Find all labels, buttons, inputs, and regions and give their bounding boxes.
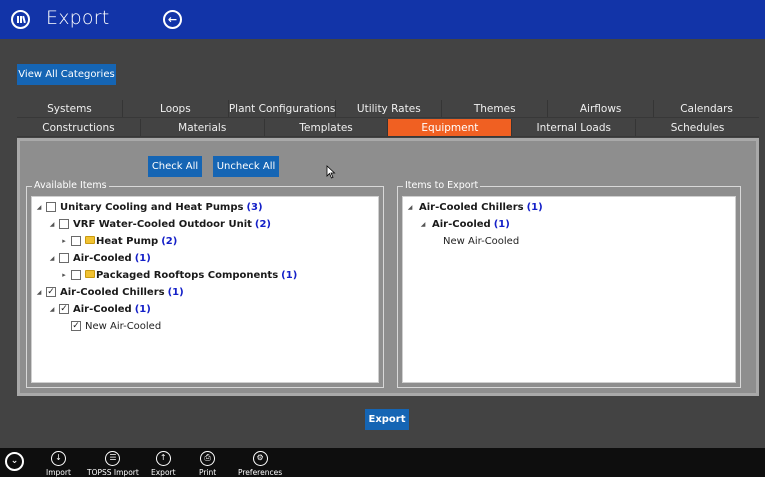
category-tabs-row-1: Systems Loops Plant Configurations Utili… bbox=[17, 100, 759, 118]
item-checkbox[interactable] bbox=[71, 270, 81, 280]
tree-item: ▸ Heat Pump (2) bbox=[60, 233, 177, 249]
folder-icon bbox=[85, 236, 95, 244]
library-icon bbox=[11, 10, 30, 29]
download-arrow-icon: ↓ bbox=[50, 451, 66, 466]
tree-item: ▸ Packaged Rooftops Components (1) bbox=[60, 267, 297, 283]
tab-schedules[interactable]: Schedules bbox=[636, 119, 759, 136]
tab-themes[interactable]: Themes bbox=[442, 100, 549, 117]
collapse-arrow-icon[interactable]: ▸ bbox=[60, 237, 68, 245]
gear-icon: ⚙ bbox=[252, 451, 268, 466]
items-to-export-legend: Items to Export bbox=[403, 180, 481, 192]
tree-item: ◢ ✓ Air-Cooled Chillers (1) bbox=[35, 286, 184, 298]
item-checkbox-checked[interactable]: ✓ bbox=[59, 304, 69, 314]
tree-item: ◢ Unitary Cooling and Heat Pumps (3) bbox=[35, 201, 263, 213]
page-title: Export bbox=[46, 7, 110, 29]
tree-item: ◢ Air-Cooled (1) bbox=[419, 218, 510, 230]
title-bar: Export ← bbox=[0, 0, 765, 39]
item-checkbox[interactable] bbox=[46, 202, 56, 212]
expand-arrow-icon[interactable]: ◢ bbox=[35, 289, 43, 296]
tree-item: ◢ Air-Cooled Chillers (1) bbox=[406, 201, 543, 213]
tab-materials[interactable]: Materials bbox=[141, 119, 265, 136]
item-checkbox-checked[interactable]: ✓ bbox=[46, 287, 56, 297]
folder-icon bbox=[85, 270, 95, 278]
printer-icon: ⎙ bbox=[200, 451, 216, 466]
chevron-down-icon[interactable]: ⌄ bbox=[5, 452, 24, 471]
category-tabs-row-2: Constructions Materials Templates Equipm… bbox=[17, 119, 759, 137]
item-checkbox-checked[interactable]: ✓ bbox=[71, 321, 81, 331]
available-items-group: Available Items ◢ Unitary Cooling and He… bbox=[26, 180, 384, 388]
equipment-panel: Check All Uncheck All Available Items ◢ … bbox=[17, 138, 759, 396]
expand-arrow-icon[interactable]: ◢ bbox=[48, 221, 56, 228]
available-items-legend: Available Items bbox=[32, 180, 109, 192]
mouse-cursor-icon bbox=[326, 165, 336, 179]
topss-import-button[interactable]: ☰ TOPSS Import bbox=[87, 451, 139, 477]
item-checkbox[interactable] bbox=[71, 236, 81, 246]
expand-arrow-icon[interactable]: ◢ bbox=[419, 221, 427, 228]
upload-arrow-icon: ↑ bbox=[155, 451, 171, 466]
item-checkbox[interactable] bbox=[59, 219, 69, 229]
item-checkbox[interactable] bbox=[59, 253, 69, 263]
tab-templates[interactable]: Templates bbox=[265, 119, 389, 136]
tab-utility-rates[interactable]: Utility Rates bbox=[336, 100, 443, 117]
preferences-button[interactable]: ⚙ Preferences bbox=[238, 451, 282, 477]
tab-plant-configurations[interactable]: Plant Configurations bbox=[229, 100, 337, 117]
tab-internal-loads[interactable]: Internal Loads bbox=[512, 119, 637, 136]
tab-constructions[interactable]: Constructions bbox=[17, 119, 141, 136]
expand-arrow-icon[interactable]: ◢ bbox=[48, 306, 56, 313]
appbar-export-button[interactable]: ↑ Export bbox=[151, 451, 176, 477]
tree-item: ◢ ✓ Air-Cooled (1) bbox=[48, 303, 151, 315]
tab-calendars[interactable]: Calendars bbox=[654, 100, 759, 117]
tree-item: ✓ New Air-Cooled bbox=[71, 320, 162, 332]
tree-item: New Air-Cooled bbox=[443, 235, 520, 247]
check-all-button[interactable]: Check All bbox=[148, 156, 202, 177]
items-to-export-group: Items to Export ◢ Air-Cooled Chillers (1… bbox=[397, 180, 741, 388]
app-bar: ⌄ ↓ Import ☰ TOPSS Import ↑ Export ⎙ Pri… bbox=[0, 448, 765, 477]
export-button[interactable]: Export bbox=[365, 409, 409, 430]
expand-arrow-icon[interactable]: ◢ bbox=[406, 204, 414, 211]
uncheck-all-button[interactable]: Uncheck All bbox=[213, 156, 279, 177]
tab-airflows[interactable]: Airflows bbox=[548, 100, 655, 117]
print-button[interactable]: ⎙ Print bbox=[199, 451, 216, 477]
items-to-export-tree[interactable]: ◢ Air-Cooled Chillers (1) ◢ Air-Cooled (… bbox=[402, 196, 736, 383]
back-arrow-icon[interactable]: ← bbox=[163, 10, 182, 29]
expand-arrow-icon[interactable]: ◢ bbox=[35, 204, 43, 211]
tree-item: ◢ VRF Water-Cooled Outdoor Unit (2) bbox=[48, 218, 272, 230]
database-icon: ☰ bbox=[105, 451, 121, 466]
import-button[interactable]: ↓ Import bbox=[46, 451, 71, 477]
tab-loops[interactable]: Loops bbox=[123, 100, 229, 117]
collapse-arrow-icon[interactable]: ▸ bbox=[60, 271, 68, 279]
tab-equipment[interactable]: Equipment bbox=[388, 119, 513, 136]
tab-systems[interactable]: Systems bbox=[17, 100, 123, 117]
view-all-categories-button[interactable]: View All Categories bbox=[17, 64, 116, 85]
expand-arrow-icon[interactable]: ◢ bbox=[48, 255, 56, 262]
available-items-tree[interactable]: ◢ Unitary Cooling and Heat Pumps (3) ◢ V… bbox=[31, 196, 379, 383]
tree-item: ◢ Air-Cooled (1) bbox=[48, 252, 151, 264]
